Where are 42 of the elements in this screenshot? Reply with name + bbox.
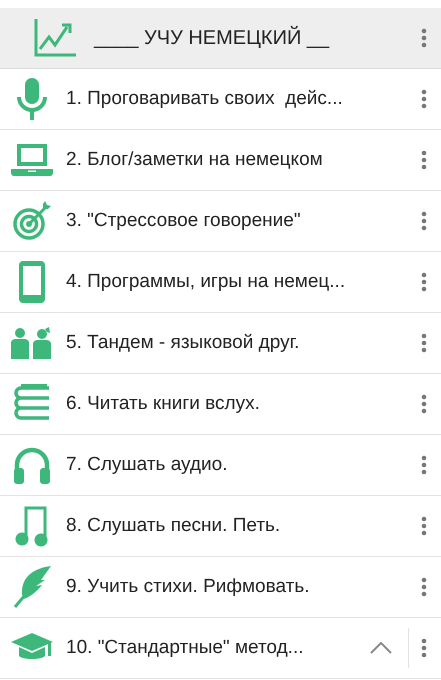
more-options-icon (421, 455, 427, 475)
list-item[interactable]: 10. "Стандартные" метод... (0, 618, 441, 679)
item-label: 1. Проговаривать своих дейс... (66, 88, 344, 110)
list-item[interactable]: 1. Проговаривать своих дейс... (0, 69, 441, 130)
item-label: 7. Слушать аудио. (66, 454, 228, 476)
more-options-icon (421, 272, 427, 292)
item-label: 3. "Стрессовое говорение" (66, 210, 302, 232)
more-options-icon (421, 333, 427, 353)
item-label: 2. Блог/заметки на немецком (66, 149, 324, 171)
more-options-icon (421, 394, 427, 414)
list-item[interactable]: 4. Программы, игры на немец... (0, 252, 441, 313)
app-title: ____ УЧУ НЕМЕЦКИЙ __ (94, 26, 330, 50)
list-item[interactable]: 8. Слушать песни. Петь. (0, 496, 441, 557)
list-item[interactable]: 9. Учить стихи. Рифмовать. (0, 557, 441, 618)
item-label: 10. "Стандартные" метод... (66, 637, 305, 659)
item-label: 4. Программы, игры на немец... (66, 271, 346, 293)
headphones-icon (13, 446, 51, 484)
more-options-icon (421, 577, 427, 597)
feather-icon (13, 566, 51, 608)
people-icon (11, 327, 53, 359)
caret-up-icon (370, 642, 392, 654)
item-label: 5. Тандем - языковой друг. (66, 332, 300, 354)
target-icon (12, 201, 52, 241)
item-label: 8. Слушать песни. Петь. (66, 515, 282, 537)
list-item[interactable]: 5. Тандем - языковой друг. (0, 313, 441, 374)
trend-chart-icon (34, 19, 76, 57)
list-item[interactable]: 7. Слушать аудио. (0, 435, 441, 496)
laptop-icon (11, 144, 53, 176)
more-options-icon (421, 150, 427, 170)
microphone-icon (17, 78, 47, 120)
list-item[interactable]: 3. "Стрессовое говорение" (0, 191, 441, 252)
more-options-icon (421, 211, 427, 231)
music-note-icon (15, 505, 49, 547)
list-item[interactable]: 6. Читать книги вслух. (0, 374, 441, 435)
item-label: 6. Читать книги вслух. (66, 393, 261, 415)
smartphone-icon (19, 261, 45, 303)
more-options-icon (421, 516, 427, 536)
more-options-icon (421, 28, 427, 48)
more-options-icon (421, 89, 427, 109)
item-label: 9. Учить стихи. Рифмовать. (66, 576, 311, 598)
list-item[interactable]: 2. Блог/заметки на немецком (0, 130, 441, 191)
more-options-icon (421, 638, 427, 658)
